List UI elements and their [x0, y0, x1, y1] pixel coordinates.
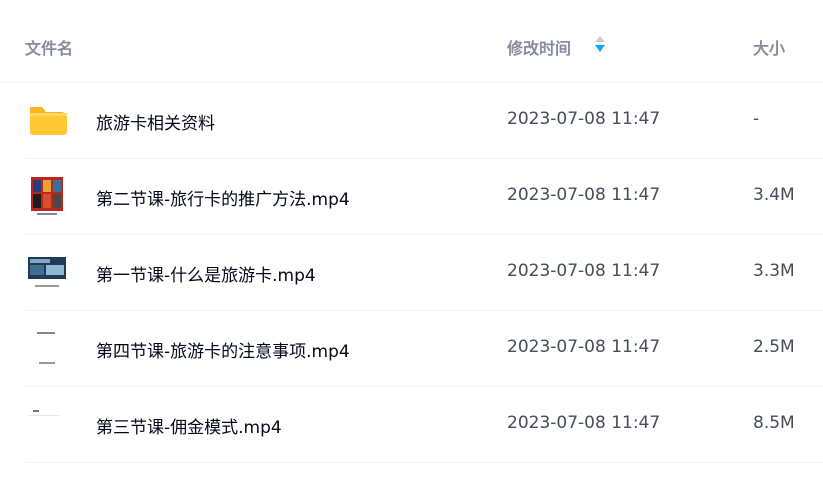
file-name[interactable]: 第四节课-旅游卡的注意事项.mp4 — [96, 337, 350, 362]
file-row[interactable]: 第四节课-旅游卡的注意事项.mp4 2023-07-08 11:47 2.5M — [25, 310, 823, 387]
file-modified: 2023-07-08 11:47 — [507, 413, 661, 433]
file-size: 8.5M — [753, 413, 795, 433]
sort-icon[interactable] — [593, 35, 607, 53]
video-thumbnail — [25, 329, 69, 369]
file-size: - — [753, 109, 760, 129]
file-name[interactable]: 第三节课-佣金模式.mp4 — [96, 413, 282, 438]
file-row[interactable]: 第一节课-什么是旅游卡.mp4 2023-07-08 11:47 3.3M — [25, 234, 823, 311]
video-thumbnail — [31, 177, 63, 215]
video-thumbnail — [28, 257, 66, 287]
file-name[interactable]: 第一节课-什么是旅游卡.mp4 — [96, 261, 316, 286]
file-modified: 2023-07-08 11:47 — [507, 185, 661, 205]
file-name[interactable]: 第二节课-旅行卡的推广方法.mp4 — [96, 185, 350, 210]
video-thumbnail — [25, 405, 69, 445]
file-size: 3.3M — [753, 261, 795, 281]
file-modified: 2023-07-08 11:47 — [507, 337, 661, 357]
folder-icon — [30, 107, 67, 135]
file-list-header: 文件名 修改时间 大小 — [0, 0, 823, 83]
file-row[interactable]: 第二节课-旅行卡的推广方法.mp4 2023-07-08 11:47 3.4M — [25, 158, 823, 235]
column-header-size[interactable]: 大小 — [753, 35, 785, 59]
file-size: 3.4M — [753, 185, 795, 205]
file-modified: 2023-07-08 11:47 — [507, 109, 661, 129]
file-modified: 2023-07-08 11:47 — [507, 261, 661, 281]
file-row[interactable]: 第三节课-佣金模式.mp4 2023-07-08 11:47 8.5M — [25, 386, 823, 463]
file-name[interactable]: 旅游卡相关资料 — [96, 109, 215, 134]
file-size: 2.5M — [753, 337, 795, 357]
file-row[interactable]: 旅游卡相关资料 2023-07-08 11:47 - — [25, 82, 823, 159]
column-header-modified[interactable]: 修改时间 — [507, 35, 571, 59]
column-header-name[interactable]: 文件名 — [25, 35, 73, 59]
